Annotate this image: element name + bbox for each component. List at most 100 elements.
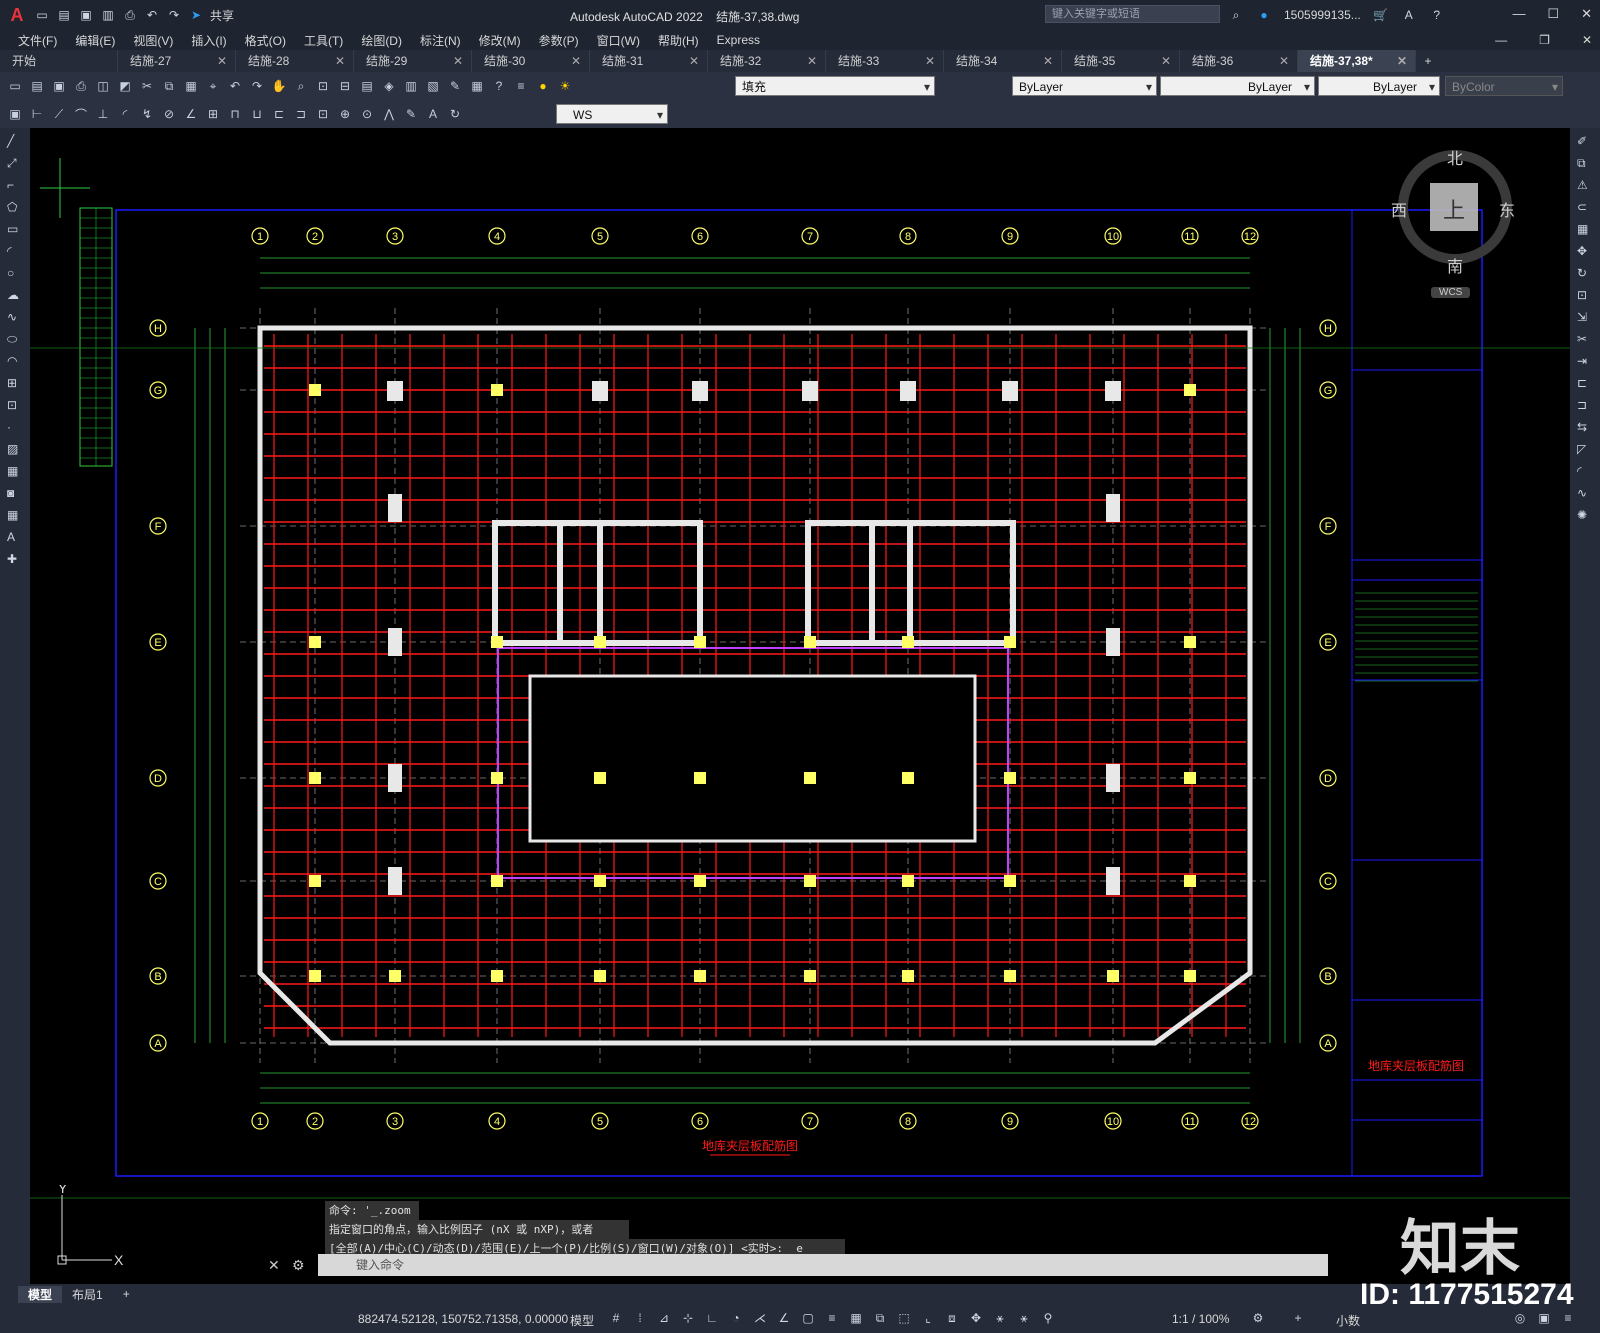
- polar-icon[interactable]: ◔: [728, 1310, 744, 1326]
- doc-minimize-icon[interactable]: —: [1495, 33, 1507, 47]
- tab-drawing-active[interactable]: 结施-37,38* ✕: [1298, 50, 1416, 72]
- redo-icon[interactable]: ↷: [166, 7, 182, 23]
- ucs-menu[interactable]: WCS: [1431, 287, 1471, 298]
- layer-on-icon[interactable]: ●: [534, 77, 552, 95]
- tab-close-icon[interactable]: ✕: [335, 50, 345, 72]
- share-icon[interactable]: ➤: [188, 7, 204, 23]
- dim-continue-icon[interactable]: ⊔: [248, 105, 266, 123]
- break-point-icon[interactable]: ⊏: [1577, 376, 1593, 392]
- model-space-toggle[interactable]: 模型: [570, 1312, 594, 1329]
- new-tab-icon[interactable]: +: [1416, 50, 1440, 72]
- dim-text-edit-icon[interactable]: A: [424, 105, 442, 123]
- revision-cloud-icon[interactable]: ☁: [7, 288, 23, 304]
- drawing-canvas[interactable]: 1 1 2 2 3 3 4 4 5 5 6 6 7 7 8 8 9 9 10 10 11 11 12 12 H H G G F F E E D D…: [30, 128, 1570, 1284]
- make-block-icon[interactable]: ⊡: [7, 398, 23, 414]
- tab-drawing[interactable]: 结施-32 ✕: [708, 50, 826, 72]
- dynamic-ucs-icon[interactable]: ⌞: [920, 1310, 936, 1326]
- cart-icon[interactable]: 🛒: [1373, 7, 1389, 23]
- plotstyle-dropdown[interactable]: ByColor ▾: [1445, 76, 1563, 96]
- region-icon[interactable]: ◙: [7, 486, 23, 502]
- join-icon[interactable]: ⇆: [1577, 420, 1593, 436]
- open-file-icon[interactable]: ▤: [56, 7, 72, 23]
- design-center-icon[interactable]: ◈: [380, 77, 398, 95]
- offset-icon[interactable]: ⊂: [1577, 200, 1593, 216]
- quick-dim-icon[interactable]: ⊞: [204, 105, 222, 123]
- dim-break-icon[interactable]: ⊐: [292, 105, 310, 123]
- tab-close-icon[interactable]: ✕: [689, 50, 699, 72]
- add-selected-icon[interactable]: ✚: [7, 552, 23, 568]
- menu-format[interactable]: 格式(O): [245, 32, 286, 49]
- snap-icon[interactable]: ⁞: [632, 1310, 648, 1326]
- command-settings-icon[interactable]: ⚙: [292, 1257, 305, 1274]
- scale-icon[interactable]: ⊡: [1577, 288, 1593, 304]
- infer-icon[interactable]: ⊿: [656, 1310, 672, 1326]
- zoom-previous-icon[interactable]: ⊟: [336, 77, 354, 95]
- workspace-dropdown[interactable]: WS ▾: [556, 104, 668, 124]
- tab-drawing[interactable]: 结施-33 ✕: [826, 50, 944, 72]
- tab-close-icon[interactable]: ✕: [571, 50, 581, 72]
- pan-icon[interactable]: ✋: [270, 77, 288, 95]
- mirror-icon[interactable]: ⚠: [1577, 178, 1593, 194]
- plot-icon[interactable]: ⎙: [122, 7, 138, 23]
- transparency-icon[interactable]: ▦: [848, 1310, 864, 1326]
- explode-icon[interactable]: ✺: [1577, 508, 1593, 524]
- menu-window[interactable]: 窗口(W): [597, 32, 640, 49]
- layer-freeze-icon[interactable]: ☀: [556, 77, 574, 95]
- tool-palettes-icon[interactable]: ▥: [402, 77, 420, 95]
- units-readout[interactable]: 小数: [1336, 1312, 1360, 1329]
- search-input[interactable]: 键入关键字或短语: [1045, 5, 1220, 23]
- dim-update-icon[interactable]: ↻: [446, 105, 464, 123]
- undo-icon[interactable]: ↶: [144, 7, 160, 23]
- tab-close-icon[interactable]: ✕: [1397, 50, 1407, 72]
- annotation-scale[interactable]: 1:1 / 100%: [1172, 1312, 1229, 1326]
- ellipse-arc-icon[interactable]: ◠: [7, 354, 23, 370]
- annotation-visibility-icon[interactable]: ⚹: [992, 1310, 1008, 1326]
- tab-close-icon[interactable]: ✕: [807, 50, 817, 72]
- tab-start[interactable]: 开始: [0, 50, 118, 72]
- add-layout-icon[interactable]: +: [113, 1287, 140, 1301]
- help-icon[interactable]: ?: [490, 77, 508, 95]
- ellipse-icon[interactable]: ⬭: [7, 332, 23, 348]
- rotate-icon[interactable]: ↻: [1577, 266, 1593, 282]
- break-icon[interactable]: ⊐: [1577, 398, 1593, 414]
- markup-icon[interactable]: ✎: [446, 77, 464, 95]
- chamfer-icon[interactable]: ◸: [1577, 442, 1593, 458]
- tab-drawing[interactable]: 结施-30 ✕: [472, 50, 590, 72]
- username[interactable]: 1505999135...: [1284, 8, 1361, 22]
- cut-icon[interactable]: ✂: [138, 77, 156, 95]
- tab-close-icon[interactable]: ✕: [1161, 50, 1171, 72]
- color-dropdown[interactable]: ByLayer ▾: [1012, 76, 1157, 96]
- zoom-realtime-icon[interactable]: ⌕: [292, 77, 310, 95]
- match-properties-icon[interactable]: ⌖: [204, 77, 222, 95]
- tab-drawing[interactable]: 结施-34 ✕: [944, 50, 1062, 72]
- menu-draw[interactable]: 绘图(D): [361, 32, 402, 49]
- zoom-window-icon[interactable]: ⊡: [314, 77, 332, 95]
- print-icon[interactable]: ⎙: [72, 77, 90, 95]
- annotation-monitor-icon[interactable]: +: [1290, 1310, 1306, 1326]
- tab-close-icon[interactable]: ✕: [1279, 50, 1289, 72]
- lineweight-icon[interactable]: ≡: [824, 1310, 840, 1326]
- point-icon[interactable]: ·: [7, 420, 23, 436]
- dim-arc-icon[interactable]: ⌒: [72, 105, 90, 123]
- save-icon[interactable]: ▣: [50, 77, 68, 95]
- erase-icon[interactable]: ✐: [1577, 134, 1593, 150]
- selection-filter-icon[interactable]: ⧈: [944, 1310, 960, 1326]
- annotation-scale-icon[interactable]: ⚲: [1040, 1310, 1056, 1326]
- hatch-icon[interactable]: ▨: [7, 442, 23, 458]
- open-icon[interactable]: ▤: [28, 77, 46, 95]
- tab-layout1[interactable]: 布局1: [62, 1286, 113, 1303]
- menu-insert[interactable]: 插入(I): [191, 32, 226, 49]
- new-icon[interactable]: ▭: [6, 77, 24, 95]
- compass-west[interactable]: 西: [1391, 197, 1407, 221]
- object-snap-icon[interactable]: ▢: [800, 1310, 816, 1326]
- search-icon[interactable]: ⌕: [1228, 7, 1244, 23]
- preview-icon[interactable]: ◫: [94, 77, 112, 95]
- workspace-icon[interactable]: ▣: [6, 105, 24, 123]
- dim-aligned-icon[interactable]: ⟋: [50, 105, 68, 123]
- ortho-icon[interactable]: ∟: [704, 1310, 720, 1326]
- menu-express[interactable]: Express: [717, 33, 760, 47]
- blend-icon[interactable]: ∿: [1577, 486, 1593, 502]
- share-label[interactable]: 共享: [210, 7, 234, 24]
- tab-close-icon[interactable]: ✕: [925, 50, 935, 72]
- doc-close-icon[interactable]: ✕: [1582, 33, 1592, 47]
